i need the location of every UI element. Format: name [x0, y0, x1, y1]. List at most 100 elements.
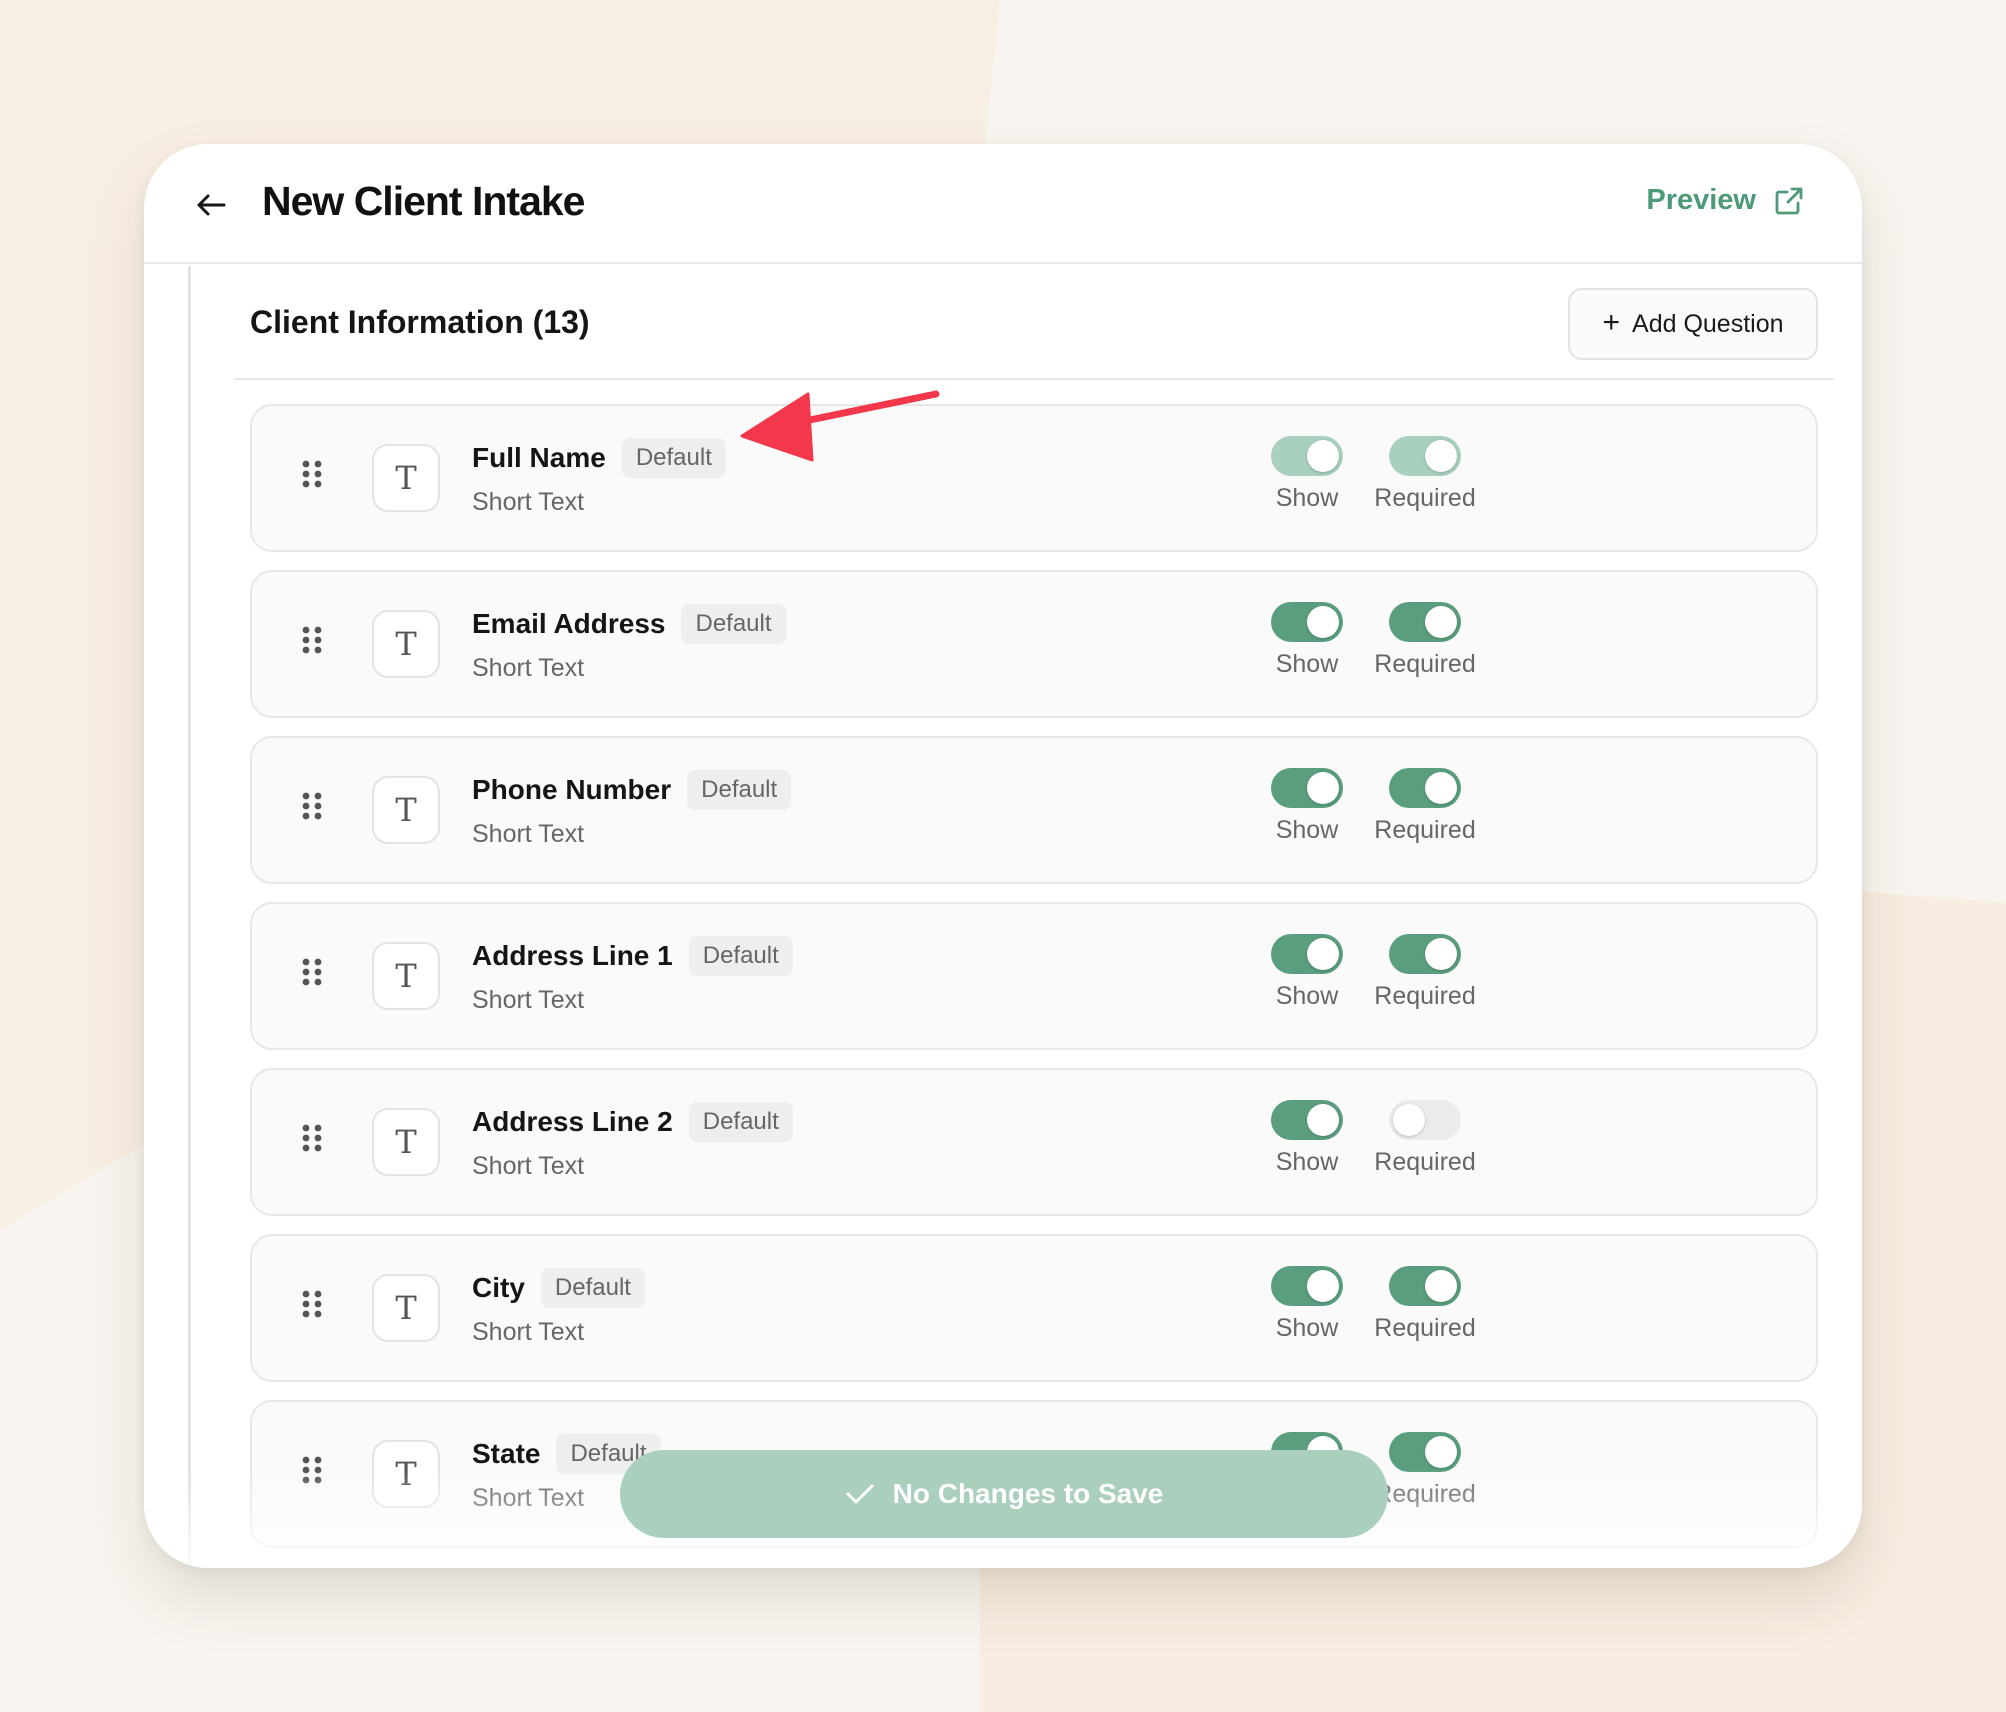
- question-row[interactable]: T Phone Number Default Short Text Show R…: [250, 736, 1818, 884]
- toggle-knob: [1307, 440, 1339, 472]
- show-label: Show: [1275, 1148, 1339, 1176]
- drag-handle-icon[interactable]: [302, 1124, 322, 1160]
- save-changes-button[interactable]: No Changes to Save: [620, 1450, 1388, 1538]
- question-row[interactable]: T Full Name Default Short Text Show Requ…: [250, 404, 1818, 552]
- required-toggle[interactable]: [1389, 1266, 1461, 1306]
- toggle-knob: [1307, 606, 1339, 638]
- required-toggle-group: Required: [1370, 934, 1480, 1011]
- show-toggle-group: Show: [1252, 602, 1362, 679]
- toggle-knob: [1425, 440, 1457, 472]
- question-row[interactable]: T Address Line 2 Default Short Text Show…: [250, 1068, 1818, 1216]
- show-toggle[interactable]: [1271, 602, 1343, 642]
- text-type-icon: T: [372, 1274, 440, 1342]
- required-toggle-group: Required: [1370, 1100, 1480, 1177]
- question-heading: Address Line 2 Default: [472, 1102, 793, 1142]
- preview-label: Preview: [1646, 184, 1756, 216]
- question-heading: Full Name Default: [472, 438, 726, 478]
- show-toggle[interactable]: [1271, 1100, 1343, 1140]
- section-title: Client Information (13): [250, 304, 590, 340]
- text-type-icon: T: [372, 776, 440, 844]
- question-type: Short Text: [472, 1318, 585, 1346]
- toggle-knob: [1425, 606, 1457, 638]
- show-toggle[interactable]: [1271, 768, 1343, 808]
- drag-handle-icon[interactable]: [302, 958, 322, 994]
- question-type: Short Text: [472, 488, 585, 516]
- question-type: Short Text: [472, 1152, 585, 1180]
- preview-link[interactable]: Preview: [1646, 184, 1804, 217]
- show-toggle-group: Show: [1252, 768, 1362, 845]
- question-row[interactable]: T City Default Short Text Show Required: [250, 1234, 1818, 1382]
- required-label: Required: [1374, 1148, 1476, 1176]
- show-label: Show: [1275, 650, 1339, 678]
- question-heading: Address Line 1 Default: [472, 936, 793, 976]
- question-type: Short Text: [472, 1484, 585, 1512]
- default-badge: Default: [688, 936, 793, 976]
- question-name: Phone Number: [472, 774, 672, 805]
- show-toggle[interactable]: [1271, 1266, 1343, 1306]
- drag-handle-icon[interactable]: [302, 626, 322, 662]
- show-toggle[interactable]: [1271, 436, 1343, 476]
- question-name: Full Name: [472, 442, 606, 473]
- text-type-icon: T: [372, 444, 440, 512]
- text-type-icon: T: [372, 610, 440, 678]
- arrow-left-icon: [197, 194, 226, 216]
- content-area: Client Information (13) + Add Question T…: [144, 266, 1862, 1568]
- toggle-knob: [1307, 938, 1339, 970]
- drag-handle-icon[interactable]: [302, 460, 322, 496]
- toggle-knob: [1425, 938, 1457, 970]
- default-badge: Default: [540, 1268, 645, 1308]
- add-question-label: Add Question: [1632, 309, 1784, 338]
- required-toggle[interactable]: [1389, 768, 1461, 808]
- show-toggle-group: Show: [1252, 1266, 1362, 1343]
- question-name: Address Line 1: [472, 940, 673, 971]
- question-name: Email Address: [472, 608, 666, 639]
- toggle-knob: [1425, 772, 1457, 804]
- required-toggle[interactable]: [1389, 602, 1461, 642]
- toggle-knob: [1307, 1104, 1339, 1136]
- required-toggle[interactable]: [1389, 1432, 1461, 1472]
- required-label: Required: [1374, 816, 1476, 844]
- check-icon: [846, 1484, 874, 1504]
- page-title: New Client Intake: [262, 178, 585, 224]
- toggle-knob: [1425, 1270, 1457, 1302]
- show-label: Show: [1275, 982, 1339, 1010]
- question-row[interactable]: T Email Address Default Short Text Show …: [250, 570, 1818, 718]
- default-badge: Default: [688, 1102, 793, 1142]
- required-label: Required: [1374, 982, 1476, 1010]
- question-name: State: [472, 1438, 541, 1469]
- show-label: Show: [1275, 1314, 1339, 1342]
- show-toggle[interactable]: [1271, 934, 1343, 974]
- show-label: Show: [1275, 816, 1339, 844]
- required-label: Required: [1374, 650, 1476, 678]
- required-toggle[interactable]: [1389, 1100, 1461, 1140]
- save-label: No Changes to Save: [892, 1478, 1164, 1509]
- toggle-knob: [1393, 1104, 1425, 1136]
- text-type-icon: T: [372, 1440, 440, 1508]
- required-toggle[interactable]: [1389, 436, 1461, 476]
- question-heading: Email Address Default: [472, 604, 786, 644]
- drag-handle-icon[interactable]: [302, 792, 322, 828]
- text-type-icon: T: [372, 942, 440, 1010]
- drag-handle-icon[interactable]: [302, 1290, 322, 1326]
- required-toggle-group: Required: [1370, 768, 1480, 845]
- back-button[interactable]: [190, 184, 232, 226]
- show-toggle-group: Show: [1252, 1100, 1362, 1177]
- required-toggle[interactable]: [1389, 934, 1461, 974]
- drag-handle-icon[interactable]: [302, 1456, 322, 1492]
- required-toggle-group: Required: [1370, 436, 1480, 513]
- required-label: Required: [1374, 484, 1476, 512]
- plus-icon: +: [1602, 305, 1621, 339]
- toggle-knob: [1425, 1436, 1457, 1468]
- form-editor-card: New Client Intake Preview Client Informa…: [144, 144, 1862, 1568]
- question-name: City: [472, 1272, 525, 1303]
- add-question-button[interactable]: + Add Question: [1568, 288, 1818, 360]
- required-label: Required: [1374, 1314, 1476, 1342]
- required-toggle-group: Required: [1370, 1266, 1480, 1343]
- show-toggle-group: Show: [1252, 934, 1362, 1011]
- section-header: Client Information (13) + Add Question: [234, 266, 1834, 380]
- question-row[interactable]: T Address Line 1 Default Short Text Show…: [250, 902, 1818, 1050]
- question-heading: Phone Number Default: [472, 770, 792, 810]
- required-label: Required: [1374, 1480, 1476, 1508]
- show-toggle-group: Show: [1252, 436, 1362, 513]
- question-type: Short Text: [472, 986, 585, 1014]
